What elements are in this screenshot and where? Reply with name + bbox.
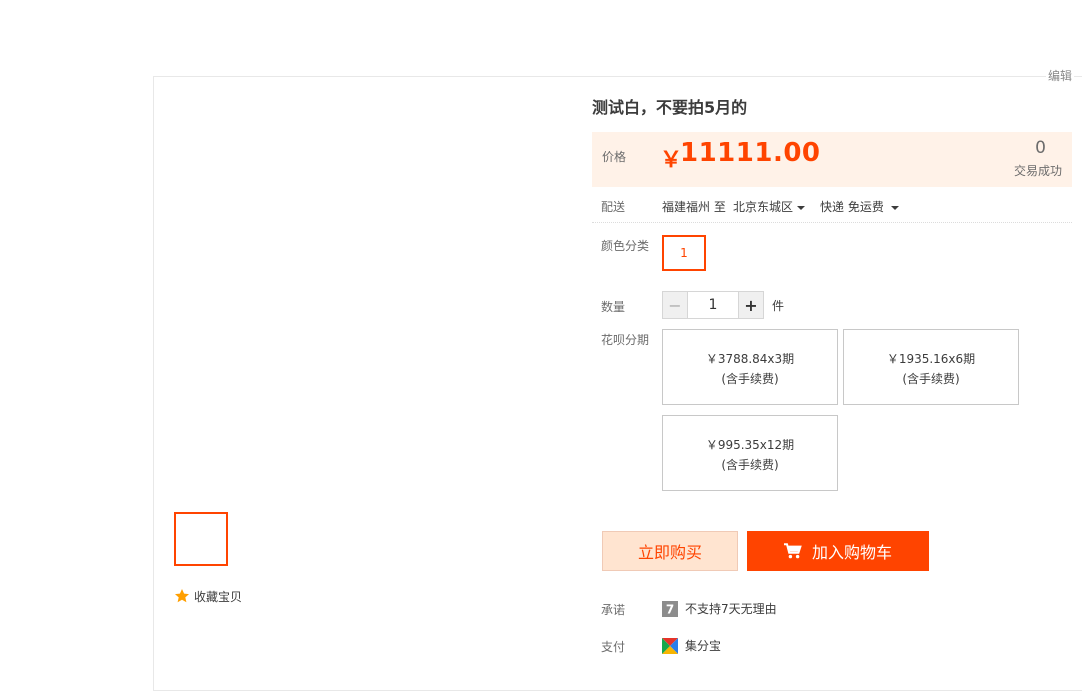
installment-amount: ￥1935.16x6期 [886, 352, 976, 366]
promise-row: 7 不支持7天无理由 [662, 600, 777, 617]
ship-method-selector[interactable]: 快递 免运费 [820, 198, 899, 215]
favorite-label: 收藏宝贝 [194, 589, 243, 604]
payment-row: 集分宝 [662, 637, 721, 654]
installment-amount: ￥995.35x12期 [705, 438, 795, 452]
decrease-button[interactable]: − [662, 291, 688, 319]
payment-text: 集分宝 [685, 639, 722, 653]
sku-option[interactable]: 1 [662, 235, 706, 271]
installment-note: (含手续费) [902, 372, 960, 386]
favorite-button[interactable]: 收藏宝贝 [174, 587, 242, 605]
sold-count: 0 [1035, 138, 1046, 158]
installment-note: (含手续费) [721, 458, 779, 472]
quantity-label: 数量 [601, 300, 626, 314]
price-label: 价格 [602, 150, 627, 164]
currency-symbol: ￥ [660, 148, 683, 173]
quantity-stepper: − + 件 [662, 291, 784, 319]
promise-badge: 7 [666, 602, 674, 616]
buy-now-button[interactable]: 立即购买 [602, 531, 738, 571]
shipping-label: 配送 [601, 200, 626, 214]
promise-label: 承诺 [601, 603, 626, 617]
increase-button[interactable]: + [738, 291, 764, 319]
jifenbao-icon [662, 637, 678, 654]
caret-down-icon [797, 205, 806, 210]
product-title: 测试白，不要拍5月的 [592, 98, 748, 117]
price-value: 11111.00 [680, 138, 821, 168]
sku-label: 颜色分类 [601, 239, 650, 253]
cart-icon [783, 543, 802, 559]
star-icon [175, 589, 189, 603]
installment-option-6[interactable]: ￥1935.16x6期 (含手续费) [843, 329, 1019, 405]
installment-label: 花呗分期 [601, 333, 650, 347]
ship-to-value: 北京东城区 [733, 200, 794, 214]
add-to-cart-button[interactable]: 加入购物车 [747, 531, 929, 571]
ship-to-selector[interactable]: 北京东城区 [733, 198, 806, 215]
payment-label: 支付 [601, 640, 626, 654]
sold-label: 交易成功 [1013, 164, 1062, 178]
gallery-thumbnail[interactable] [174, 512, 228, 566]
installment-amount: ￥3788.84x3期 [705, 352, 795, 366]
ship-from: 福建福州 至 [662, 200, 726, 214]
promise-text: 不支持7天无理由 [685, 602, 777, 616]
installment-note: (含手续费) [721, 372, 779, 386]
edit-link[interactable]: 编辑 [1046, 68, 1075, 84]
add-to-cart-label: 加入购物车 [811, 543, 892, 562]
price-panel: 价格 ￥ 11111.00 0 交易成功 [592, 132, 1072, 187]
quantity-input[interactable] [688, 291, 738, 319]
no-7-day-return-icon: 7 [662, 600, 678, 617]
ship-method-value: 快递 免运费 [820, 200, 884, 214]
installment-option-12[interactable]: ￥995.35x12期 (含手续费) [662, 415, 838, 491]
caret-down-icon [890, 205, 899, 210]
shipping-row: 配送 福建福州 至 北京东城区 快递 免运费 [592, 191, 1072, 223]
installment-option-3[interactable]: ￥3788.84x3期 (含手续费) [662, 329, 838, 405]
quantity-unit: 件 [772, 298, 785, 313]
